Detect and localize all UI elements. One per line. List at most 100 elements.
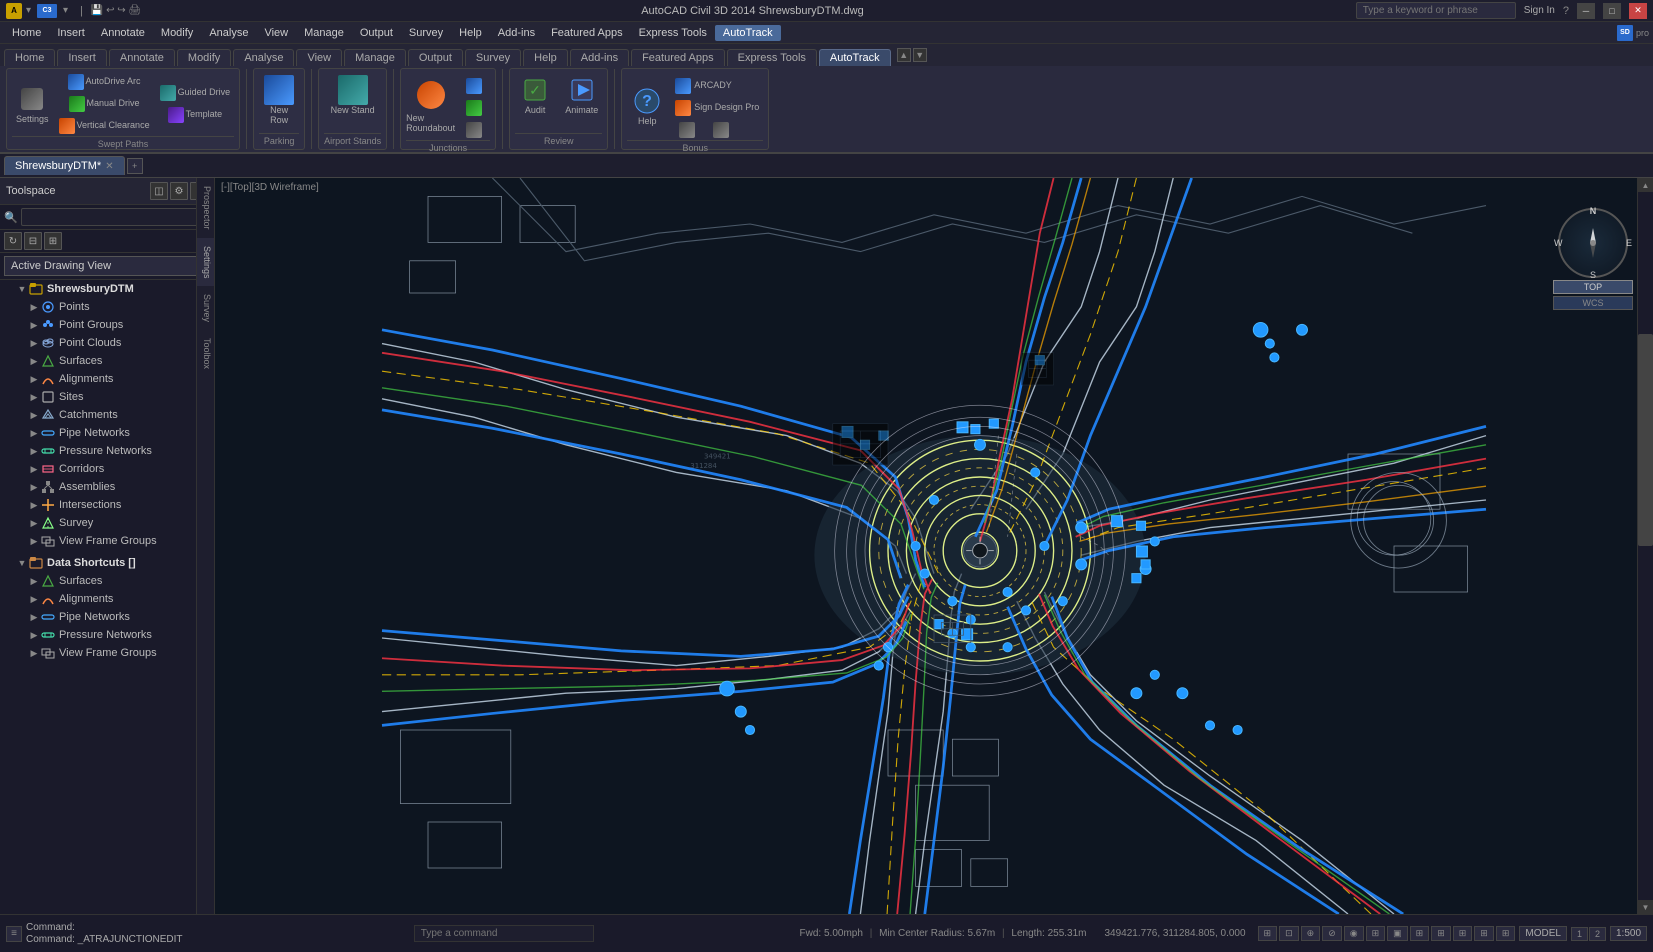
- tree-item-points[interactable]: ▶ Points: [0, 298, 214, 316]
- status-dyn-btn[interactable]: ⊞: [1410, 926, 1430, 941]
- new-stand-button[interactable]: New Stand: [327, 72, 379, 118]
- tab-survey[interactable]: Survey: [465, 49, 521, 66]
- tab-express[interactable]: Express Tools: [727, 49, 817, 66]
- tree-item-data-shortcuts[interactable]: ▼ Data Shortcuts []: [0, 554, 214, 572]
- tab-modify[interactable]: Modify: [177, 49, 231, 66]
- status-grid-btn[interactable]: ⊡: [1279, 926, 1299, 941]
- tree-item-ds-surfaces[interactable]: ▶ Surfaces: [0, 572, 214, 590]
- doc-tab-shrewsbury[interactable]: ShrewsburyDTM* ✕: [4, 156, 125, 175]
- close-button[interactable]: ✕: [1629, 3, 1647, 19]
- menu-item-express[interactable]: Express Tools: [631, 25, 715, 41]
- menu-item-insert[interactable]: Insert: [49, 25, 93, 41]
- side-tab-survey[interactable]: Survey: [197, 286, 214, 330]
- tab-autotrack[interactable]: AutoTrack: [819, 49, 891, 66]
- menu-item-modify[interactable]: Modify: [153, 25, 201, 41]
- status-otrack-btn[interactable]: ⊞: [1366, 926, 1386, 941]
- status-menu-button[interactable]: ≡: [6, 926, 22, 942]
- active-view-select[interactable]: Active Drawing View Master View Survey: [4, 256, 210, 276]
- tab-view[interactable]: View: [296, 49, 342, 66]
- manual-drive-button[interactable]: Manual Drive: [55, 94, 154, 114]
- tab-manage[interactable]: Manage: [344, 49, 406, 66]
- compass-top-view[interactable]: TOP: [1553, 280, 1633, 294]
- tab-featured[interactable]: Featured Apps: [631, 49, 725, 66]
- tree-item-assemblies[interactable]: ▶ Assemblies: [0, 478, 214, 496]
- vertical-clearance-button[interactable]: Vertical Clearance: [55, 116, 154, 136]
- new-roundabout-button[interactable]: [413, 79, 449, 111]
- viewport[interactable]: [-][Top][3D Wireframe]: [215, 178, 1653, 914]
- ts-expand-btn[interactable]: ⊞: [44, 232, 62, 250]
- command-input[interactable]: [414, 925, 594, 942]
- audit-button[interactable]: ✓ Audit: [515, 72, 555, 118]
- viewport-scrollbar[interactable]: ▲ ▼: [1637, 178, 1653, 914]
- animate-button[interactable]: Animate: [561, 72, 602, 118]
- tree-item-intersections[interactable]: ▶ Intersections: [0, 496, 214, 514]
- settings-button[interactable]: Settings: [12, 81, 53, 127]
- menu-item-analyse[interactable]: Analyse: [201, 25, 256, 41]
- toolspace-btn-1[interactable]: ◫: [150, 182, 168, 200]
- menu-item-survey[interactable]: Survey: [401, 25, 451, 41]
- menu-item-help[interactable]: Help: [451, 25, 490, 41]
- menu-item-autotrack[interactable]: AutoTrack: [715, 25, 781, 41]
- guided-drive-button[interactable]: Guided Drive: [156, 83, 235, 103]
- tree-item-survey[interactable]: ▶ Survey: [0, 514, 214, 532]
- menu-item-home[interactable]: Home: [4, 25, 49, 41]
- tab-addins[interactable]: Add-ins: [570, 49, 629, 66]
- tab-output[interactable]: Output: [408, 49, 463, 66]
- tab-annotate[interactable]: Annotate: [109, 49, 175, 66]
- menu-item-manage[interactable]: Manage: [296, 25, 352, 41]
- tree-item-ds-alignments[interactable]: ▶ Alignments: [0, 590, 214, 608]
- tree-item-point-clouds[interactable]: ▶ Point Clouds: [0, 334, 214, 352]
- layout-tab-2[interactable]: 2: [1589, 927, 1606, 941]
- minimize-button[interactable]: ─: [1577, 3, 1595, 19]
- ts-refresh-btn[interactable]: ↻: [4, 232, 22, 250]
- tree-item-corridors[interactable]: ▶ Corridors: [0, 460, 214, 478]
- compass-widget[interactable]: N S E W TOP WCS: [1553, 208, 1633, 308]
- menu-item-featured[interactable]: Featured Apps: [543, 25, 631, 41]
- tree-item-view-frame-groups[interactable]: ▶ View Frame Groups: [0, 532, 214, 550]
- status-ortho-btn[interactable]: ⊕: [1301, 926, 1321, 941]
- side-tab-settings[interactable]: Settings: [197, 238, 214, 287]
- tab-home[interactable]: Home: [4, 49, 55, 66]
- status-qp-btn[interactable]: ⊞: [1474, 926, 1494, 941]
- tree-item-ds-pipe-networks[interactable]: ▶ Pipe Networks: [0, 608, 214, 626]
- ts-collapse-btn[interactable]: ⊟: [24, 232, 42, 250]
- status-ducs-btn[interactable]: ▣: [1387, 926, 1408, 941]
- junction-btn-1[interactable]: [458, 76, 490, 96]
- status-lw-btn[interactable]: ⊞: [1431, 926, 1451, 941]
- status-snap-btn[interactable]: ⊞: [1258, 926, 1278, 941]
- tab-help[interactable]: Help: [523, 49, 568, 66]
- side-tab-prospector[interactable]: Prospector: [197, 178, 214, 238]
- menu-item-annotate[interactable]: Annotate: [93, 25, 153, 41]
- tree-item-sites[interactable]: ▶ Sites: [0, 388, 214, 406]
- tree-root-shrewsbury[interactable]: ▼ ShrewsburyDTM: [0, 280, 214, 298]
- menu-item-view[interactable]: View: [256, 25, 296, 41]
- tree-item-catchments[interactable]: ▶ Catchments: [0, 406, 214, 424]
- new-row-button[interactable]: NewRow: [259, 72, 299, 128]
- help-button[interactable]: ? Help: [627, 83, 667, 129]
- toolspace-search-input[interactable]: [21, 208, 210, 226]
- sign-in-button[interactable]: Sign In: [1524, 5, 1555, 16]
- maximize-button[interactable]: □: [1603, 3, 1621, 19]
- junction-btn-3[interactable]: [458, 120, 490, 140]
- zoom-level[interactable]: 1:500: [1610, 926, 1647, 941]
- tree-expander-root[interactable]: ▼: [16, 284, 28, 294]
- menu-item-output[interactable]: Output: [352, 25, 401, 41]
- model-space-indicator[interactable]: MODEL: [1519, 926, 1567, 941]
- layout-tab-1[interactable]: 1: [1571, 927, 1588, 941]
- help-extra-1[interactable]: [671, 120, 703, 140]
- new-tab-button[interactable]: +: [127, 158, 143, 174]
- tree-item-alignments[interactable]: ▶ Alignments: [0, 370, 214, 388]
- tab-analyse[interactable]: Analyse: [233, 49, 294, 66]
- tree-item-point-groups[interactable]: ▶ Point Groups: [0, 316, 214, 334]
- doc-tab-close[interactable]: ✕: [105, 161, 113, 172]
- status-tp-btn[interactable]: ⊞: [1453, 926, 1473, 941]
- tree-item-ds-pressure-networks[interactable]: ▶ Pressure Networks: [0, 626, 214, 644]
- tree-item-surfaces[interactable]: ▶ Surfaces: [0, 352, 214, 370]
- tab-insert[interactable]: Insert: [57, 49, 107, 66]
- template-button[interactable]: Template: [156, 105, 235, 125]
- toolspace-btn-2[interactable]: ⚙: [170, 182, 188, 200]
- help-extra-2[interactable]: [705, 120, 737, 140]
- status-polar-btn[interactable]: ⊘: [1322, 926, 1342, 941]
- tree-item-pressure-networks[interactable]: ▶ Pressure Networks: [0, 442, 214, 460]
- search-input[interactable]: [1356, 2, 1516, 19]
